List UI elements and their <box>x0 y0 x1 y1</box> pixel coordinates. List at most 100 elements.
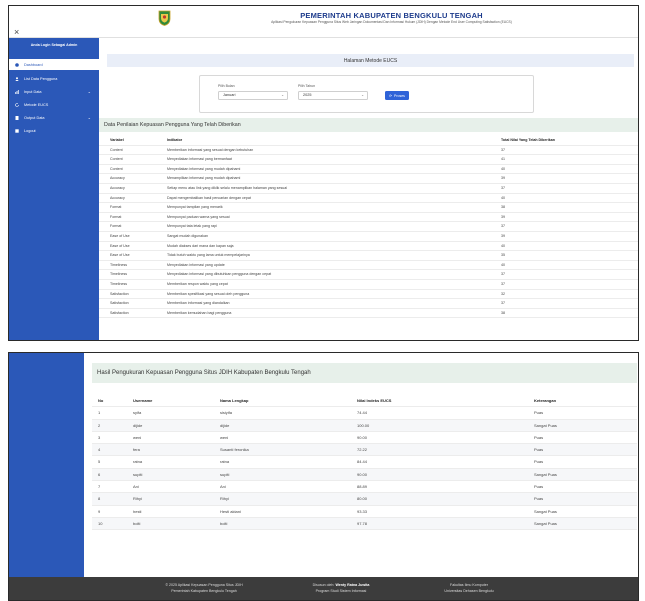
table-cell: bolti <box>220 520 228 526</box>
table-cell: 4 <box>98 447 101 453</box>
table-cell: Ease of Use <box>110 233 130 238</box>
table-cell: Hesti aktani <box>220 508 241 514</box>
table-cell: dijide <box>220 422 230 428</box>
column-header: Indikator <box>167 138 183 142</box>
table-cell: 40 <box>501 166 505 171</box>
footer: © 2025 Aplikasi Kepuasan Pengguna Situs … <box>9 577 638 600</box>
table-cell: 37 <box>501 147 505 152</box>
sidebar-item-list-data-pengguna[interactable]: List Data Pengguna <box>9 73 99 84</box>
table-cell: 37 <box>501 301 505 306</box>
table-row: 3 weni weni 90.00 Puas <box>92 432 637 445</box>
refresh-icon: ⟳ <box>389 93 393 98</box>
main-content: Halaman Metode EUCS Pilih Bulan Januari … <box>99 38 638 340</box>
table-row: Accuracy Setiap menu atau link yang dikli… <box>99 184 638 194</box>
sidebar-item-logout[interactable]: Logout <box>9 125 99 136</box>
table-cell: 90.00 <box>357 471 368 477</box>
table-row: Timeliness Menyediakan informasi yang dib… <box>99 270 638 280</box>
table-cell: Memberikan kemudahan bagi pengguna <box>167 310 232 315</box>
table-row: 8 Rihyi Rihyi 80.00 Puas <box>92 493 637 506</box>
table-row: Satisfaction Memberikan spesifikasi yang … <box>99 290 638 300</box>
table-header-row: No Username Nama Lengkap Nilai Indeks EU… <box>92 395 637 408</box>
table-cell: Mempunyai tampilan yang menarik <box>167 205 223 210</box>
table-cell: Format <box>110 205 122 210</box>
table-cell: Timeliness <box>110 272 128 277</box>
month-select[interactable]: Januari ⌄ <box>218 91 288 100</box>
table-cell: 93.33 <box>357 508 368 514</box>
sidebar-item-input-data[interactable]: Input Data ⌄ <box>9 86 99 97</box>
table-row: Format Mempunyai paduan warna yang sesuai… <box>99 213 638 223</box>
chevron-down-icon: ⌄ <box>87 89 91 94</box>
process-button-label: Proses <box>394 93 405 98</box>
table-cell: 37 <box>501 272 505 277</box>
table-cell: 38 <box>501 310 505 315</box>
table-cell: 39 <box>501 233 505 238</box>
table-cell: 84.44 <box>357 459 368 465</box>
column-header: Variabel <box>110 138 124 142</box>
process-button[interactable]: ⟳ Proses <box>385 91 409 100</box>
table-cell: Accuracy <box>110 195 125 200</box>
sidebar-item-label: List Data Pengguna <box>24 76 58 81</box>
table-row: 9 hesti Hesti aktani 93.33 Sangat Puas <box>92 506 637 518</box>
table-header-row: Variabel Indikator Total Nilai Yang Tela… <box>99 136 638 146</box>
table-cell: 40 <box>501 195 505 200</box>
table-cell: 39 <box>501 176 505 181</box>
table-cell: Menyediakan informasi yang dibutuhkan pe… <box>167 272 272 277</box>
filter-card: Pilih Bulan Januari ⌄ Pilih Tahun 2025 ⌄… <box>199 75 534 113</box>
table-cell: Rihyi <box>133 496 142 502</box>
table-cell: fera <box>133 447 140 453</box>
table-cell: 35 <box>501 253 505 258</box>
table-cell: Timeliness <box>110 262 128 267</box>
table-cell: 37 <box>501 185 505 190</box>
sidebar-item-output-data[interactable]: Output Data ⌄ <box>9 112 99 123</box>
page-title: PEMERINTAH KABUPATEN BENGKULU TENGAH <box>300 11 483 20</box>
table-cell: Content <box>110 147 123 152</box>
month-label: Pilih Bulan <box>218 84 235 88</box>
table-cell: Mempunyai tata letak yang rapi <box>167 224 217 229</box>
table-cell: 8 <box>98 496 101 502</box>
close-icon[interactable]: × <box>14 28 19 37</box>
sidebar <box>9 353 84 600</box>
sidebar-item-metode-eucs[interactable]: Metode EUCS <box>9 99 99 110</box>
table-row: Satisfaction Memberikan informasi yang di… <box>99 299 638 309</box>
regency-logo-icon <box>158 10 171 26</box>
table-cell: Puas <box>534 410 544 416</box>
table-cell: Puas <box>534 484 544 490</box>
table-cell: 7 <box>98 484 101 490</box>
year-label: Pilih Tahun <box>298 84 316 88</box>
table-cell: Puas <box>534 459 544 465</box>
table-cell: weni <box>133 434 142 440</box>
table-row: Format Mempunyai tampilan yang menarik 38 <box>99 203 638 213</box>
year-select[interactable]: 2025 ⌄ <box>298 91 368 100</box>
table-cell: Puas <box>534 496 544 502</box>
sidebar-item-label: Dashboard <box>24 62 43 67</box>
table-cell: Format <box>110 214 122 219</box>
footer-text: Pemerintah Kabupaten Bengkulu Tengah <box>171 589 237 593</box>
column-header: Username <box>133 398 153 403</box>
table-row: Timeliness Menyediakan informasi yang upd… <box>99 261 638 271</box>
table-row: Accuracy Menampilkan informasi yang mudah… <box>99 174 638 184</box>
footer-text: Program Studi Sistem Informasi <box>315 589 367 593</box>
table-row: 5 ratna ratna 84.44 Puas <box>92 456 637 469</box>
sidebar-item-label: Metode EUCS <box>24 102 49 107</box>
table-cell: Rihyi <box>220 496 229 502</box>
footer-author: Disusun oleh: Wenty Ratna Juwita Program… <box>281 582 401 594</box>
table-row: Timeliness Memberikan respon waktu yang c… <box>99 280 638 290</box>
main-content: Hasil Pengukuran Kepuasan Pengguna Situs… <box>84 353 638 577</box>
table-cell: Ease of Use <box>110 243 130 248</box>
table-cell: dijide <box>133 422 143 428</box>
section-title: Hasil Pengukuran Kepuasan Pengguna Situs… <box>92 363 637 383</box>
table-cell: Dapat mengembalikan hasil pencarian deng… <box>167 195 251 200</box>
table-cell: Setiap menu atau link yang diklik selalu… <box>167 185 288 190</box>
page-subtitle: Aplikasi Pengukuran Kepuasan Pengguna Si… <box>271 20 512 24</box>
table-cell: 41 <box>501 157 505 162</box>
table-cell: Menyediakan informasi yang bermanfaat <box>167 157 232 162</box>
table-cell: Memberikan informasi yang diandalkan <box>167 301 230 306</box>
page-heading: Halaman Metode EUCS <box>107 54 634 67</box>
sidebar-item-dashboard[interactable]: Dashboard <box>9 59 99 70</box>
table-cell: Ani <box>133 484 139 490</box>
column-header: No <box>98 398 104 403</box>
table-cell: 5 <box>98 459 101 465</box>
table-cell: Accuracy <box>110 185 125 190</box>
table-cell: Sangat Puas <box>534 508 557 514</box>
table-row: Ease of Use Tidak butuh waktu yang lama u… <box>99 251 638 261</box>
